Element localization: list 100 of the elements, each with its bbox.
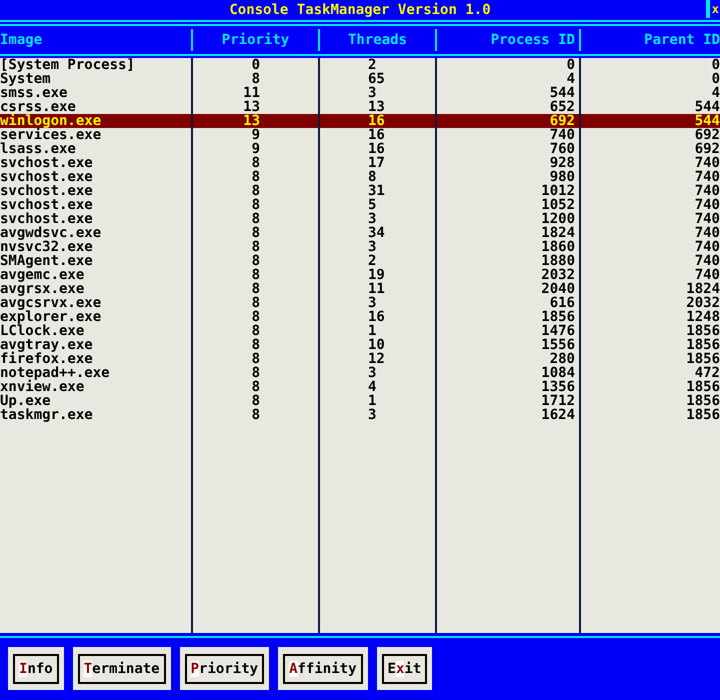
- table-row[interactable]: lsass.exe 9 16 760 692: [0, 142, 720, 156]
- table-row[interactable]: notepad++.exe 8 3 1084 472: [0, 366, 720, 380]
- table-cell: 3: [368, 407, 376, 423]
- table-cell: 4: [566, 71, 575, 87]
- action-button[interactable]: Priority: [180, 647, 270, 690]
- table-row[interactable]: Up.exe 8 1 1712 1856: [0, 394, 720, 408]
- table-row[interactable]: nvsvc32.exe 8 3 1860 740: [0, 240, 720, 254]
- table-cell: 1824: [541, 225, 575, 241]
- table-row[interactable]: svchost.exe 8 17 928 740: [0, 156, 720, 170]
- table-row[interactable]: svchost.exe 8 3 1200 740: [0, 212, 720, 226]
- table-cell: 8: [252, 365, 260, 381]
- table-cell: 692: [550, 113, 575, 129]
- table-cell: 692: [694, 141, 720, 157]
- table-cell: 8: [252, 379, 260, 395]
- table-row[interactable]: avgtray.exe 8 10 1556 1856: [0, 338, 720, 352]
- column-header[interactable]: Image: [0, 32, 42, 48]
- table-cell: 3: [368, 85, 376, 101]
- close-button[interactable]: x: [706, 0, 720, 18]
- table-row[interactable]: svchost.exe 8 8 980 740: [0, 170, 720, 184]
- action-button[interactable]: Terminate: [72, 647, 171, 690]
- table-row[interactable]: firefox.exe 8 12 280 1856: [0, 352, 720, 366]
- table-row[interactable]: avgwdsvc.exe 8 34 1824 740: [0, 226, 720, 240]
- table-cell: 980: [550, 169, 575, 185]
- table-row[interactable]: xnview.exe 8 4 1356 1856: [0, 380, 720, 394]
- table-cell: 0: [712, 71, 720, 87]
- column-header[interactable]: Parent ID: [644, 32, 720, 48]
- table-row[interactable]: svchost.exe 8 31 1012 740: [0, 184, 720, 198]
- table-cell: 0: [252, 57, 260, 73]
- selected-row[interactable]: winlogon.exe 13 16 692 544: [0, 114, 720, 128]
- table-cell: 11: [368, 281, 385, 297]
- table-row[interactable]: explorer.exe 8 16 1856 1248: [0, 310, 720, 324]
- table-cell: 4: [368, 379, 376, 395]
- table-cell: 17: [368, 155, 385, 171]
- table-cell: 16: [368, 141, 385, 157]
- table-row[interactable]: System 8 65 4 0: [0, 72, 720, 86]
- table-cell: avgcsrvx.exe: [0, 295, 102, 311]
- table-row[interactable]: services.exe 9 16 740 692: [0, 128, 720, 142]
- action-button[interactable]: Affinity: [278, 647, 368, 690]
- table-cell: 1052: [541, 197, 575, 213]
- action-button[interactable]: Exit: [376, 647, 432, 690]
- column-header[interactable]: Process ID: [490, 32, 575, 48]
- table-cell: 740: [550, 127, 575, 143]
- column-header[interactable]: Priority: [222, 32, 290, 48]
- column-header[interactable]: Threads: [348, 32, 407, 48]
- table-cell: 8: [252, 239, 260, 255]
- table-cell: 1856: [686, 351, 720, 367]
- table-cell: explorer.exe: [0, 309, 102, 325]
- table-row[interactable]: avgcsrvx.exe 8 3 616 2032: [0, 296, 720, 310]
- table-cell: 13: [243, 113, 260, 129]
- action-button[interactable]: Info: [8, 647, 64, 690]
- table-row[interactable]: LClock.exe 8 1 1476 1856: [0, 324, 720, 338]
- table-cell: svchost.exe: [0, 155, 93, 171]
- table-row[interactable]: svchost.exe 8 5 1052 740: [0, 198, 720, 212]
- table-cell: [System Process]: [0, 57, 135, 73]
- table-cell: 740: [694, 253, 720, 269]
- table-cell: 472: [694, 365, 720, 381]
- table-cell: LClock.exe: [0, 323, 84, 339]
- table-cell: csrss.exe: [0, 99, 76, 115]
- table-cell: notepad++.exe: [0, 365, 110, 381]
- table-cell: 1856: [686, 393, 720, 409]
- table-cell: 12: [368, 351, 385, 367]
- table-cell: 1856: [686, 379, 720, 395]
- table-row[interactable]: smss.exe 11 3 544 4: [0, 86, 720, 100]
- table-cell: xnview.exe: [0, 379, 84, 395]
- table-cell: smss.exe: [0, 85, 68, 101]
- table-cell: 1084: [541, 365, 575, 381]
- table-cell: 2040: [541, 281, 575, 297]
- table-row[interactable]: taskmgr.exe 8 3 1624 1856: [0, 408, 720, 422]
- table-cell: nvsvc32.exe: [0, 239, 93, 255]
- table-cell: svchost.exe: [0, 197, 93, 213]
- table-cell: 8: [252, 309, 260, 325]
- table-cell: 2032: [686, 295, 720, 311]
- table-cell: 1: [368, 323, 376, 339]
- table-cell: winlogon.exe: [0, 113, 102, 129]
- table-cell: 8: [252, 267, 260, 283]
- table-cell: 8: [252, 337, 260, 353]
- table-cell: 544: [694, 99, 720, 115]
- table-row[interactable]: SMAgent.exe 8 2 1880 740: [0, 254, 720, 268]
- table-cell: 16: [368, 309, 385, 325]
- table-cell: 544: [550, 85, 575, 101]
- table-cell: 0: [566, 57, 575, 73]
- table-cell: 1856: [686, 407, 720, 423]
- table-cell: 8: [252, 323, 260, 339]
- table-cell: 280: [550, 351, 575, 367]
- table-cell: 8: [252, 295, 260, 311]
- table-cell: 9: [252, 127, 260, 143]
- table-cell: 1712: [541, 393, 575, 409]
- table-row[interactable]: avgrsx.exe 8 11 2040 1824: [0, 282, 720, 296]
- table-cell: 740: [694, 267, 720, 283]
- table-row[interactable]: avgemc.exe 8 19 2032 740: [0, 268, 720, 282]
- table-cell: 8: [252, 253, 260, 269]
- table-cell: 8: [252, 225, 260, 241]
- table-cell: 1856: [686, 337, 720, 353]
- table-cell: 8: [252, 155, 260, 171]
- table-cell: 1856: [686, 323, 720, 339]
- table-cell: 8: [252, 169, 260, 185]
- table-row[interactable]: [System Process] 0 2 0 0: [0, 58, 720, 72]
- table-cell: 3: [368, 295, 376, 311]
- table-cell: services.exe: [0, 127, 102, 143]
- table-cell: 1356: [541, 379, 575, 395]
